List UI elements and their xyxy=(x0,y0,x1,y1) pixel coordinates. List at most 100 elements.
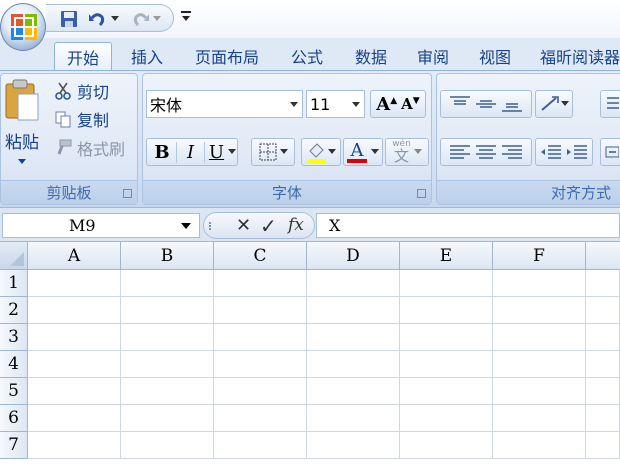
cell[interactable] xyxy=(307,270,400,297)
cell[interactable] xyxy=(28,270,121,297)
undo-icon[interactable] xyxy=(86,8,108,30)
phonetic-guide-button[interactable]: wén 文 xyxy=(385,138,429,166)
underline-dropdown-icon[interactable] xyxy=(228,149,236,155)
redo-icon[interactable] xyxy=(130,8,152,30)
tab-foxit-reader[interactable]: 福昕阅读器 xyxy=(530,42,620,70)
select-all-button[interactable] xyxy=(0,242,28,270)
cell[interactable] xyxy=(586,432,620,459)
tab-data[interactable]: 数据 xyxy=(342,42,400,70)
cell[interactable] xyxy=(493,324,586,351)
font-size-select[interactable]: 11 xyxy=(306,90,365,118)
cell[interactable] xyxy=(28,351,121,378)
cell[interactable] xyxy=(121,324,214,351)
cell[interactable] xyxy=(307,297,400,324)
cell[interactable] xyxy=(586,270,620,297)
merge-center-button[interactable] xyxy=(600,138,620,166)
formula-input[interactable]: X xyxy=(316,213,620,238)
row-header-6[interactable]: 6 xyxy=(0,405,28,432)
cell[interactable] xyxy=(214,297,307,324)
borders-button[interactable] xyxy=(251,138,295,166)
font-family-select[interactable]: 宋体 xyxy=(146,90,303,118)
cell[interactable] xyxy=(493,405,586,432)
cut-button[interactable]: 剪切 xyxy=(53,80,109,102)
tab-home[interactable]: 开始 xyxy=(54,42,112,70)
row-header-7[interactable]: 7 xyxy=(0,432,28,459)
cell[interactable] xyxy=(214,351,307,378)
underline-button[interactable]: U xyxy=(204,141,228,163)
undo-dropdown-icon[interactable] xyxy=(110,8,120,30)
tab-insert[interactable]: 插入 xyxy=(118,42,176,70)
cell[interactable] xyxy=(28,378,121,405)
shrink-font-icon[interactable]: A▼ xyxy=(401,95,420,113)
grow-font-icon[interactable]: A▲ xyxy=(376,94,397,115)
tab-formulas[interactable]: 公式 xyxy=(278,42,336,70)
italic-button[interactable]: I xyxy=(176,141,204,163)
cell[interactable] xyxy=(28,405,121,432)
fill-color-button[interactable] xyxy=(301,138,341,166)
customize-qat-icon[interactable] xyxy=(181,10,191,25)
cell[interactable] xyxy=(121,351,214,378)
cancel-icon[interactable]: ✕ xyxy=(236,215,251,236)
office-button[interactable] xyxy=(0,3,46,51)
cell[interactable] xyxy=(214,378,307,405)
wrap-text-button[interactable] xyxy=(600,90,620,118)
tab-page-layout[interactable]: 页面布局 xyxy=(184,42,270,70)
copy-button[interactable]: 复制 xyxy=(53,108,109,130)
cell[interactable] xyxy=(400,324,493,351)
cell[interactable] xyxy=(586,351,620,378)
cell[interactable] xyxy=(214,405,307,432)
cell[interactable] xyxy=(586,378,620,405)
cell[interactable] xyxy=(493,378,586,405)
column-header-f[interactable]: F xyxy=(493,242,586,270)
tab-view[interactable]: 视图 xyxy=(466,42,524,70)
column-header-g-partial[interactable] xyxy=(586,242,620,270)
clipboard-dialog-launcher-icon[interactable] xyxy=(123,189,132,198)
cell[interactable] xyxy=(493,432,586,459)
row-header-4[interactable]: 4 xyxy=(0,351,28,378)
cell[interactable] xyxy=(493,351,586,378)
align-center-icon[interactable] xyxy=(473,142,499,162)
cell[interactable] xyxy=(121,378,214,405)
font-dialog-launcher-icon[interactable] xyxy=(417,189,426,198)
insert-function-icon[interactable]: fx xyxy=(288,215,304,235)
format-painter-button[interactable]: 格式刷 xyxy=(53,137,125,159)
cell[interactable] xyxy=(214,324,307,351)
cell[interactable] xyxy=(400,378,493,405)
font-color-button[interactable]: A xyxy=(343,138,383,166)
cell[interactable] xyxy=(214,270,307,297)
cell[interactable] xyxy=(121,297,214,324)
align-top-icon[interactable] xyxy=(447,94,473,114)
cell[interactable] xyxy=(307,405,400,432)
cell[interactable] xyxy=(121,270,214,297)
cell[interactable] xyxy=(493,270,586,297)
cell[interactable] xyxy=(28,324,121,351)
cell[interactable] xyxy=(307,378,400,405)
redo-dropdown-icon[interactable] xyxy=(152,8,162,30)
cell[interactable] xyxy=(586,405,620,432)
cell[interactable] xyxy=(28,432,121,459)
cell[interactable] xyxy=(400,351,493,378)
align-bottom-icon[interactable] xyxy=(499,94,525,114)
column-header-e[interactable]: E xyxy=(400,242,493,270)
save-icon[interactable] xyxy=(58,8,80,30)
align-right-icon[interactable] xyxy=(499,142,525,162)
name-box[interactable]: M9 xyxy=(2,213,200,238)
cell[interactable] xyxy=(121,432,214,459)
orientation-button[interactable] xyxy=(535,90,573,118)
column-header-b[interactable]: B xyxy=(121,242,214,270)
row-header-1[interactable]: 1 xyxy=(0,270,28,297)
cell[interactable] xyxy=(307,324,400,351)
align-left-icon[interactable] xyxy=(447,142,473,162)
cell[interactable] xyxy=(307,351,400,378)
bold-button[interactable]: B xyxy=(148,142,176,163)
column-header-d[interactable]: D xyxy=(307,242,400,270)
cell[interactable] xyxy=(28,297,121,324)
enter-icon[interactable]: ✓ xyxy=(260,214,277,238)
cell[interactable] xyxy=(400,432,493,459)
decrease-indent-icon[interactable] xyxy=(538,142,564,162)
row-header-5[interactable]: 5 xyxy=(0,378,28,405)
cell[interactable] xyxy=(121,405,214,432)
cell[interactable] xyxy=(400,297,493,324)
cell[interactable] xyxy=(400,405,493,432)
increase-indent-icon[interactable] xyxy=(564,142,590,162)
